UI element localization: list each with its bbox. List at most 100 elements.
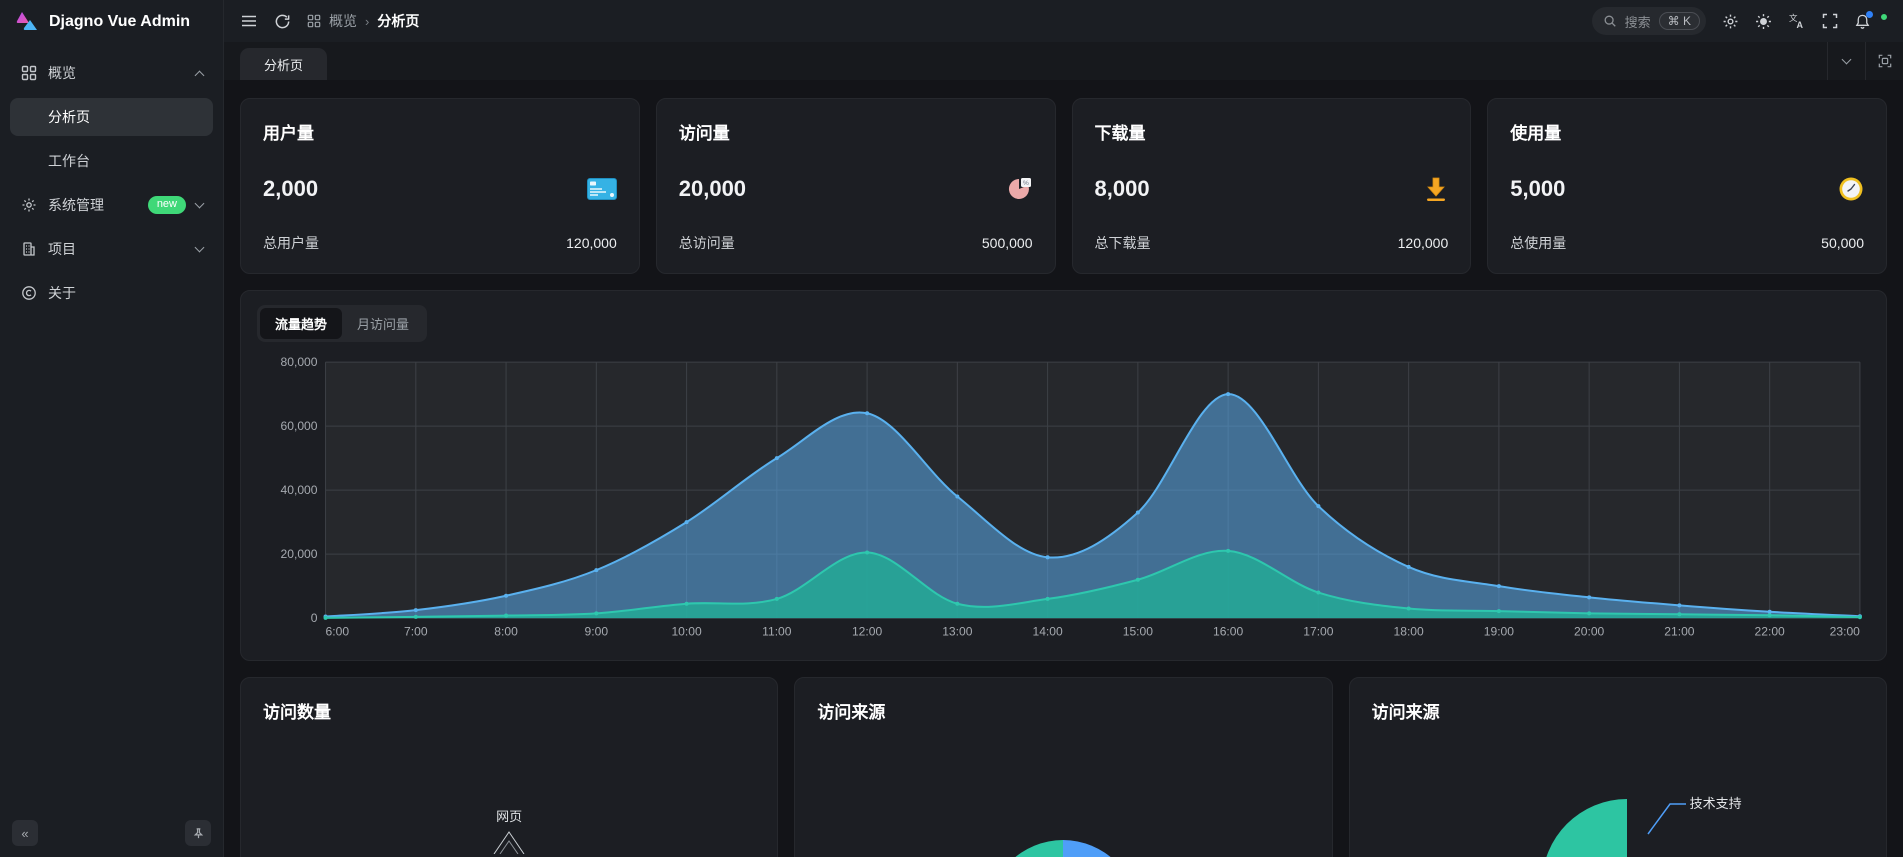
tab-label: 分析页 bbox=[264, 55, 303, 74]
breadcrumb-section[interactable]: 概览 bbox=[329, 11, 357, 31]
sidebar-item-system[interactable]: 系统管理 new bbox=[10, 186, 213, 224]
bottom-card-row: 访问数量 网页 访问来源 访问来源 bbox=[240, 677, 1887, 857]
sidebar-item-label: 概览 bbox=[48, 63, 76, 83]
settings-gear-icon[interactable] bbox=[1722, 13, 1739, 30]
stat-value: 8,000 bbox=[1095, 176, 1150, 202]
stat-footer-value: 500,000 bbox=[982, 235, 1033, 251]
chevron-down-icon bbox=[195, 243, 205, 253]
sidebar-item-analysis[interactable]: 分析页 bbox=[10, 98, 213, 136]
pie-callout-label: 技术支持 bbox=[1690, 793, 1742, 812]
sidebar-item-label: 项目 bbox=[48, 239, 76, 259]
stat-card-downloads: 下载量 8,000 总下载量 120,000 bbox=[1072, 98, 1472, 274]
svg-text:8:00: 8:00 bbox=[494, 624, 518, 638]
stat-value: 2,000 bbox=[263, 176, 318, 202]
notifications-bell-icon[interactable] bbox=[1854, 13, 1871, 30]
theme-sun-icon[interactable] bbox=[1755, 13, 1772, 30]
svg-text:18:00: 18:00 bbox=[1394, 624, 1425, 638]
sidebar-item-workbench[interactable]: 工作台 bbox=[10, 142, 213, 180]
svg-text:6:00: 6:00 bbox=[326, 624, 350, 638]
sidebar-item-label: 关于 bbox=[48, 283, 76, 303]
sidebar-item-label: 工作台 bbox=[48, 151, 90, 171]
svg-text:%: % bbox=[1023, 180, 1029, 187]
online-status-dot bbox=[1880, 13, 1888, 21]
stat-title: 访问量 bbox=[679, 119, 1033, 144]
sidebar-item-about[interactable]: 关于 bbox=[10, 274, 213, 312]
donut-chart[interactable] bbox=[988, 840, 1138, 857]
stat-footer-label: 总用户量 bbox=[263, 233, 319, 253]
tab-strip: 分析页 bbox=[224, 42, 1903, 80]
pin-sidebar-button[interactable] bbox=[185, 820, 211, 846]
svg-text:23:00: 23:00 bbox=[1830, 624, 1861, 638]
stat-footer-value: 120,000 bbox=[566, 235, 617, 251]
search-shortcut-kbd: ⌘ K bbox=[1659, 12, 1700, 30]
visit-count-card: 访问数量 网页 bbox=[240, 677, 778, 857]
svg-text:19:00: 19:00 bbox=[1484, 624, 1515, 638]
card-title: 访问来源 bbox=[1372, 698, 1864, 723]
main-area: 概览 › 分析页 搜索 ⌘ K bbox=[224, 0, 1903, 857]
fullscreen-icon[interactable] bbox=[1822, 13, 1838, 29]
svg-text:20,000: 20,000 bbox=[281, 547, 318, 561]
hamburger-menu-icon[interactable] bbox=[240, 12, 258, 30]
grid-icon bbox=[307, 14, 321, 28]
search-input[interactable]: 搜索 ⌘ K bbox=[1592, 7, 1706, 35]
maximize-content-button[interactable] bbox=[1865, 42, 1903, 80]
notification-dot bbox=[1866, 11, 1873, 18]
tab-traffic-trend[interactable]: 流量趋势 bbox=[260, 308, 342, 339]
sidebar-item-overview[interactable]: 概览 bbox=[10, 54, 213, 92]
svg-text:10:00: 10:00 bbox=[671, 624, 702, 638]
svg-text:80,000: 80,000 bbox=[281, 355, 318, 369]
svg-text:21:00: 21:00 bbox=[1664, 624, 1695, 638]
stat-card-visits: 访问量 20,000 % 总访问量 500,000 bbox=[656, 98, 1056, 274]
svg-text:9:00: 9:00 bbox=[585, 624, 609, 638]
stat-card-usage: 使用量 5,000 总使用量 50,000 bbox=[1487, 98, 1887, 274]
card-title: 访问来源 bbox=[817, 698, 1309, 723]
svg-text:16:00: 16:00 bbox=[1213, 624, 1244, 638]
stat-card-row: 用户量 2,000 总用户量 120,000 bbox=[240, 98, 1887, 274]
svg-text:15:00: 15:00 bbox=[1123, 624, 1154, 638]
card-title: 访问数量 bbox=[263, 698, 755, 723]
stat-title: 用户量 bbox=[263, 119, 617, 144]
stat-title: 使用量 bbox=[1510, 119, 1864, 144]
grid-icon bbox=[20, 64, 38, 82]
sidebar: Djagno Vue Admin 概览 分析页 工作台 bbox=[0, 0, 224, 857]
search-placeholder: 搜索 bbox=[1625, 12, 1651, 31]
copyright-icon bbox=[20, 284, 38, 302]
id-card-icon bbox=[587, 178, 617, 200]
stat-footer-value: 50,000 bbox=[1821, 235, 1864, 251]
pie-chart-icon: % bbox=[1007, 176, 1033, 202]
svg-text:7:00: 7:00 bbox=[404, 624, 428, 638]
stat-title: 下载量 bbox=[1095, 119, 1449, 144]
stat-card-users: 用户量 2,000 总用户量 120,000 bbox=[240, 98, 640, 274]
trend-chart-card: 流量趋势 月访问量 6:007:008:009:0010:0011:0012:0… bbox=[240, 290, 1887, 661]
tab-analysis-page[interactable]: 分析页 bbox=[240, 48, 327, 80]
svg-text:60,000: 60,000 bbox=[281, 419, 318, 433]
sidebar-item-project[interactable]: 项目 bbox=[10, 230, 213, 268]
radar-chart-tip bbox=[492, 830, 526, 854]
radar-axis-label: 网页 bbox=[496, 806, 522, 825]
search-icon bbox=[1603, 14, 1617, 28]
chart-tab-group: 流量趋势 月访问量 bbox=[257, 305, 427, 342]
tab-list-dropdown-button[interactable] bbox=[1827, 42, 1865, 80]
tab-monthly-visits[interactable]: 月访问量 bbox=[342, 308, 424, 339]
language-translate-icon[interactable]: 文 A bbox=[1788, 12, 1806, 30]
stat-footer-label: 总使用量 bbox=[1510, 233, 1566, 253]
page-content: 用户量 2,000 总用户量 120,000 bbox=[224, 80, 1903, 857]
collapse-sidebar-button[interactable]: « bbox=[12, 820, 38, 846]
visit-source-pie-card: 访问来源 技术支持 bbox=[1349, 677, 1887, 857]
chevron-down-icon bbox=[1842, 55, 1852, 65]
new-badge: new bbox=[148, 196, 186, 213]
chevron-up-icon bbox=[195, 70, 205, 80]
svg-text:20:00: 20:00 bbox=[1574, 624, 1605, 638]
tab-controls bbox=[1827, 42, 1903, 80]
logo-row[interactable]: Djagno Vue Admin bbox=[0, 0, 223, 44]
svg-text:0: 0 bbox=[311, 611, 318, 625]
stat-footer-value: 120,000 bbox=[1398, 235, 1449, 251]
sidebar-item-label: 系统管理 bbox=[48, 195, 104, 215]
app-logo-icon bbox=[14, 9, 40, 35]
svg-text:12:00: 12:00 bbox=[852, 624, 883, 638]
refresh-icon[interactable] bbox=[274, 13, 291, 30]
clock-icon bbox=[1838, 176, 1864, 202]
visit-source-donut-card: 访问来源 bbox=[794, 677, 1332, 857]
trend-chart: 6:007:008:009:0010:0011:0012:0013:0014:0… bbox=[257, 352, 1870, 646]
sidebar-item-label: 分析页 bbox=[48, 107, 90, 127]
